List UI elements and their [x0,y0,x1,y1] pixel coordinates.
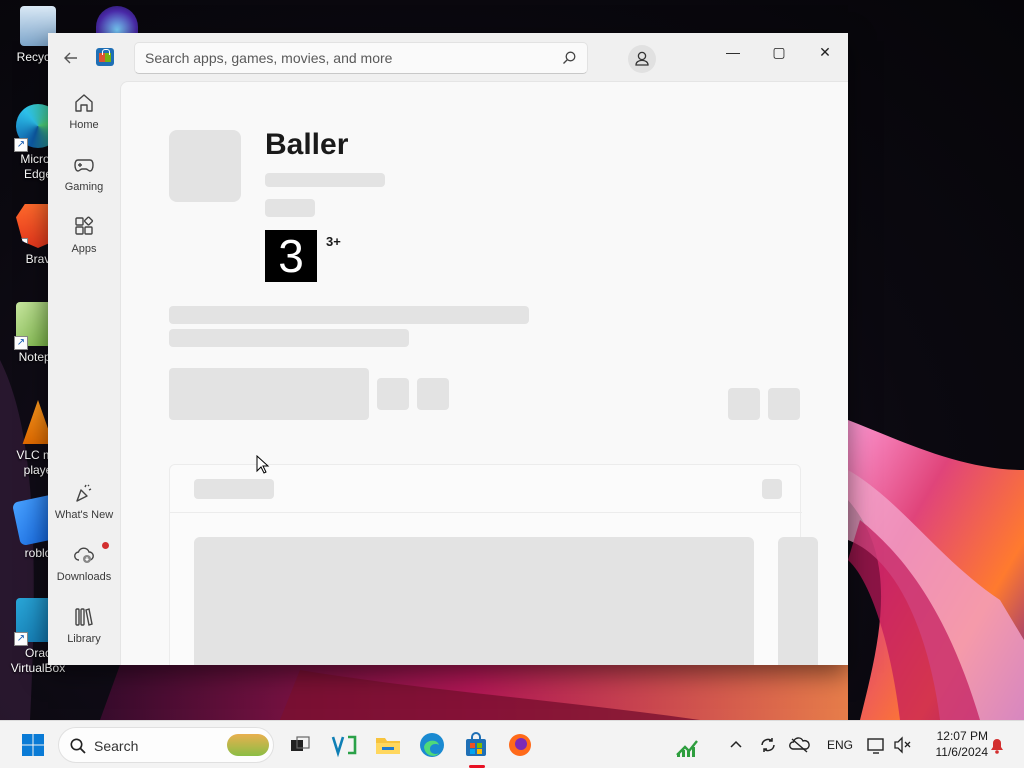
shortcut-arrow-icon: ↗ [14,138,28,152]
nav-item-home[interactable]: Home [52,85,116,141]
nav-label: Home [69,119,99,131]
wishlist-button-placeholder[interactable] [768,388,800,420]
bell-icon [991,739,1003,754]
apps-grid-icon [75,216,94,235]
description-placeholder-line [169,329,409,347]
shortcut-arrow-icon: ↗ [14,632,28,646]
nav-item-whats-new[interactable]: What's New [52,475,116,531]
navigation-rail: Home Gaming Apps What's New Downloads Li… [48,81,120,665]
title-bar: — ▢ ✕ [48,33,848,81]
start-button[interactable] [17,729,49,761]
input-language[interactable]: ENG [827,738,853,752]
nav-item-downloads[interactable]: Downloads [52,537,116,593]
nav-label: What's New [54,509,114,521]
section-title-placeholder [194,479,274,499]
screenshot-placeholder[interactable] [194,537,754,665]
cloud-download-icon [74,547,94,563]
shortcut-arrow-icon: ↗ [16,238,28,248]
home-icon [75,94,93,112]
mouse-cursor-icon [256,455,270,474]
minimize-button[interactable]: — [710,37,756,67]
nav-label: Apps [71,243,97,255]
minimize-icon: — [726,44,740,60]
nav-label: Library [67,633,101,645]
close-icon: ✕ [819,44,831,60]
network-activity-widget[interactable] [671,729,703,761]
nav-item-apps[interactable]: Apps [52,209,116,265]
notification-dot [102,542,109,549]
app-icon-placeholder [169,130,241,202]
task-view-button[interactable] [283,729,315,761]
share-button-placeholder[interactable] [728,388,760,420]
back-button[interactable] [60,47,82,69]
chart-up-icon [676,740,698,757]
expand-button-placeholder[interactable] [762,479,782,499]
taskbar-app-file-explorer[interactable] [372,729,404,761]
folder-icon [376,738,400,754]
search-icon[interactable] [561,50,577,66]
search-icon [70,738,86,754]
notifications-button[interactable] [986,729,1008,761]
back-arrow-icon [64,52,77,64]
monitor-icon [867,738,884,754]
store-bag-icon [466,732,486,756]
desktop-icon-label: Brav [25,252,51,266]
nav-label: Gaming [64,181,104,193]
store-logo-icon [96,48,114,66]
age-rating-badge: 3 [265,230,317,282]
show-hidden-icons-button[interactable] [722,729,750,761]
taskbar-app-edge[interactable] [416,729,448,761]
taskbar: Search ENG 12:07 PM 11/6/2024 [0,720,1024,768]
description-placeholder-line [169,306,529,324]
nav-item-library[interactable]: Library [52,599,116,655]
taskbar-search-label: Search [94,738,139,754]
display-tray-icon[interactable] [862,729,890,761]
screenshots-card [169,464,818,665]
game-controller-icon [74,159,94,172]
system-clock[interactable]: 12:07 PM 11/6/2024 [918,728,989,760]
app-title: Baller [265,128,349,161]
firefox-icon [509,734,531,756]
nav-label: Downloads [56,571,112,583]
search-highlight-food-icon [227,734,269,756]
action-button-placeholder[interactable] [377,378,409,410]
maximize-button[interactable]: ▢ [756,37,802,67]
nav-item-gaming[interactable]: Gaming [52,147,116,203]
profile-button[interactable] [628,45,656,73]
action-button-placeholder[interactable] [417,378,449,410]
rating-placeholder [265,199,315,217]
taskbar-search[interactable]: Search [58,727,274,763]
install-button-placeholder[interactable] [169,368,369,420]
card-divider [170,512,802,513]
cloud-offline-icon [789,737,810,753]
publisher-placeholder [265,173,385,187]
close-button[interactable]: ✕ [802,37,848,67]
shortcut-arrow-icon: ↗ [14,336,28,350]
clock-time: 12:07 PM [936,729,988,743]
speaker-muted-icon [894,736,911,754]
taskbar-app-store[interactable] [460,729,492,761]
sync-tray-icon[interactable] [754,729,782,761]
clock-date: 11/6/2024 [935,745,989,759]
taskbar-app-vsfiles[interactable] [328,729,360,761]
windows-logo-icon [22,734,44,756]
search-input[interactable] [135,43,545,73]
task-view-icon [291,736,310,751]
vs-app-icon [331,735,357,758]
store-window: — ▢ ✕ Home Gaming [48,33,848,665]
search-box[interactable] [134,42,588,74]
library-books-icon [75,608,93,626]
age-rating-label: 3+ [326,234,341,249]
chevron-up-icon [730,740,742,748]
onedrive-tray-icon[interactable] [786,729,814,761]
edge-icon [420,733,444,757]
party-popper-icon [76,484,92,502]
maximize-icon: ▢ [772,44,786,60]
sync-icon [761,738,775,752]
volume-muted-tray-icon[interactable] [888,729,916,761]
person-icon [635,51,649,66]
app-detail-page: Baller 3 3+ [120,81,848,665]
screenshot-placeholder[interactable] [778,537,818,665]
taskbar-app-firefox[interactable] [504,729,536,761]
